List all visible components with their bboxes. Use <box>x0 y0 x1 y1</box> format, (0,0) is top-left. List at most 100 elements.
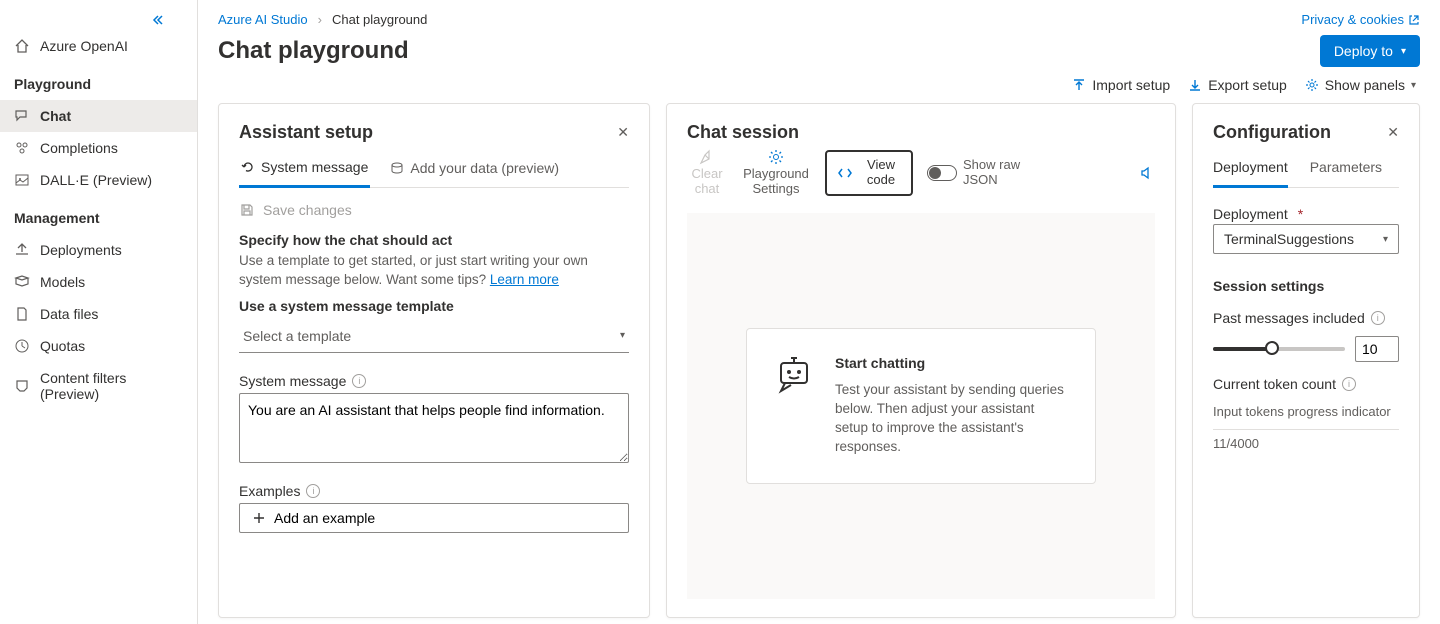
show-panels-button[interactable]: Show panels ▾ <box>1305 77 1416 93</box>
chat-session-panel: Chat session Clear chat Playground Setti… <box>666 103 1176 618</box>
breadcrumb-root-link[interactable]: Azure AI Studio <box>218 12 308 27</box>
chevron-down-icon: ▾ <box>1401 46 1406 57</box>
info-icon[interactable]: i <box>1342 377 1356 391</box>
sidebar-item-dalle[interactable]: DALL·E (Preview) <box>0 164 197 196</box>
sidebar-item-data-files[interactable]: Data files <box>0 298 197 330</box>
add-example-button[interactable]: Add an example <box>239 503 629 533</box>
deploy-to-button[interactable]: Deploy to ▾ <box>1320 35 1420 67</box>
image-icon <box>14 172 30 188</box>
sidebar-item-label: Quotas <box>40 338 85 354</box>
sidebar-item-models[interactable]: Models <box>0 266 197 298</box>
sidebar-section-playground: Playground <box>0 62 197 100</box>
breadcrumb-current: Chat playground <box>332 12 427 27</box>
save-icon <box>239 202 255 218</box>
import-icon <box>1072 78 1086 92</box>
start-chatting-card: Start chatting Test your assistant by se… <box>746 328 1096 484</box>
raw-json-toggle[interactable]: Show raw JSON <box>927 158 1023 188</box>
assistant-setup-panel: Assistant setup ✕ System message Add you… <box>218 103 650 618</box>
deployment-select[interactable]: TerminalSuggestions ▾ <box>1213 224 1399 254</box>
quotas-icon <box>14 338 30 354</box>
code-icon <box>837 165 853 181</box>
tab-deployment[interactable]: Deployment <box>1213 153 1288 188</box>
sidebar-section-management: Management <box>0 196 197 234</box>
data-icon <box>390 161 404 175</box>
tab-add-your-data[interactable]: Add your data (preview) <box>388 153 561 187</box>
tab-parameters[interactable]: Parameters <box>1310 153 1382 187</box>
bot-icon <box>777 355 811 395</box>
close-config-button[interactable]: ✕ <box>1387 124 1399 141</box>
plus-icon <box>252 511 266 525</box>
tab-system-message[interactable]: System message <box>239 153 370 188</box>
info-icon[interactable]: i <box>1371 311 1385 325</box>
chat-icon <box>14 108 30 124</box>
sidebar-item-label: Deployments <box>40 242 122 258</box>
learn-more-link[interactable]: Learn more <box>490 272 559 287</box>
past-messages-input[interactable] <box>1355 336 1399 362</box>
token-count-value: 11/4000 <box>1213 436 1399 451</box>
specify-heading: Specify how the chat should act <box>239 232 629 248</box>
gear-icon <box>768 149 784 165</box>
playground-settings-button[interactable]: Playground Settings <box>741 149 811 197</box>
specify-help-text: Use a template to get started, or just s… <box>239 252 629 290</box>
sidebar-item-quotas[interactable]: Quotas <box>0 330 197 362</box>
privacy-cookies-link[interactable]: Privacy & cookies <box>1301 12 1420 27</box>
sidebar-item-content-filters[interactable]: Content filters (Preview) <box>0 362 197 410</box>
configuration-panel: Configuration ✕ Deployment Parameters De… <box>1192 103 1420 618</box>
info-icon[interactable]: i <box>306 484 320 498</box>
broom-icon <box>699 149 715 165</box>
sidebar-item-label: Models <box>40 274 85 290</box>
speaker-icon[interactable] <box>1139 165 1155 181</box>
export-icon <box>1188 78 1202 92</box>
external-link-icon <box>1408 14 1420 26</box>
completions-icon <box>14 140 30 156</box>
toggle-switch[interactable] <box>927 165 957 181</box>
assistant-setup-title: Assistant setup <box>239 122 373 143</box>
sidebar-item-label: DALL·E (Preview) <box>40 172 152 188</box>
sidebar-item-deployments[interactable]: Deployments <box>0 234 197 266</box>
export-setup-button[interactable]: Export setup <box>1188 77 1287 93</box>
chat-session-title: Chat session <box>687 122 799 143</box>
start-chatting-heading: Start chatting <box>835 355 1065 371</box>
sidebar-item-label: Content filters (Preview) <box>40 370 183 402</box>
clear-chat-button[interactable]: Clear chat <box>687 149 727 197</box>
info-icon[interactable]: i <box>352 374 366 388</box>
past-messages-slider[interactable] <box>1213 347 1345 351</box>
view-code-button[interactable]: View code <box>825 150 913 196</box>
chevron-right-icon: › <box>318 12 322 27</box>
sidebar-item-label: Completions <box>40 140 118 156</box>
token-count-label: Current token count i <box>1213 376 1399 392</box>
import-setup-button[interactable]: Import setup <box>1072 77 1170 93</box>
deployment-label: Deployment* <box>1213 206 1399 222</box>
filter-icon <box>14 378 30 394</box>
sidebar-item-label: Chat <box>40 108 71 124</box>
models-icon <box>14 274 30 290</box>
home-icon <box>14 38 30 54</box>
deployments-icon <box>14 242 30 258</box>
sidebar-item-label: Data files <box>40 306 98 322</box>
token-progress-bar <box>1213 429 1399 430</box>
session-settings-heading: Session settings <box>1213 278 1399 294</box>
token-indicator-label: Input tokens progress indicator <box>1213 404 1399 419</box>
sidebar-item-chat[interactable]: Chat <box>0 100 197 132</box>
chevron-down-icon: ▾ <box>620 330 625 341</box>
configuration-title: Configuration <box>1213 122 1331 143</box>
use-template-heading: Use a system message template <box>239 298 629 314</box>
past-messages-label: Past messages included i <box>1213 310 1399 326</box>
sidebar-item-azure-openai[interactable]: Azure OpenAI <box>0 30 197 62</box>
sidebar-item-completions[interactable]: Completions <box>0 132 197 164</box>
template-select[interactable]: Select a template ▾ <box>239 320 629 353</box>
close-setup-button[interactable]: ✕ <box>617 124 629 141</box>
page-title: Chat playground <box>218 37 409 65</box>
chevron-down-icon: ▾ <box>1383 234 1388 245</box>
gear-icon <box>1305 78 1319 92</box>
sidebar-collapse-button[interactable] <box>147 10 167 30</box>
save-changes-button[interactable]: Save changes <box>239 202 629 218</box>
system-message-textarea[interactable] <box>239 393 629 463</box>
file-icon <box>14 306 30 322</box>
chevron-down-icon: ▾ <box>1411 80 1416 91</box>
sidebar-item-label: Azure OpenAI <box>40 38 128 54</box>
examples-label: Examples i <box>239 483 629 499</box>
system-message-label: System message i <box>239 373 629 389</box>
refresh-icon <box>241 160 255 174</box>
sidebar: Azure OpenAI Playground Chat Completions… <box>0 0 198 624</box>
